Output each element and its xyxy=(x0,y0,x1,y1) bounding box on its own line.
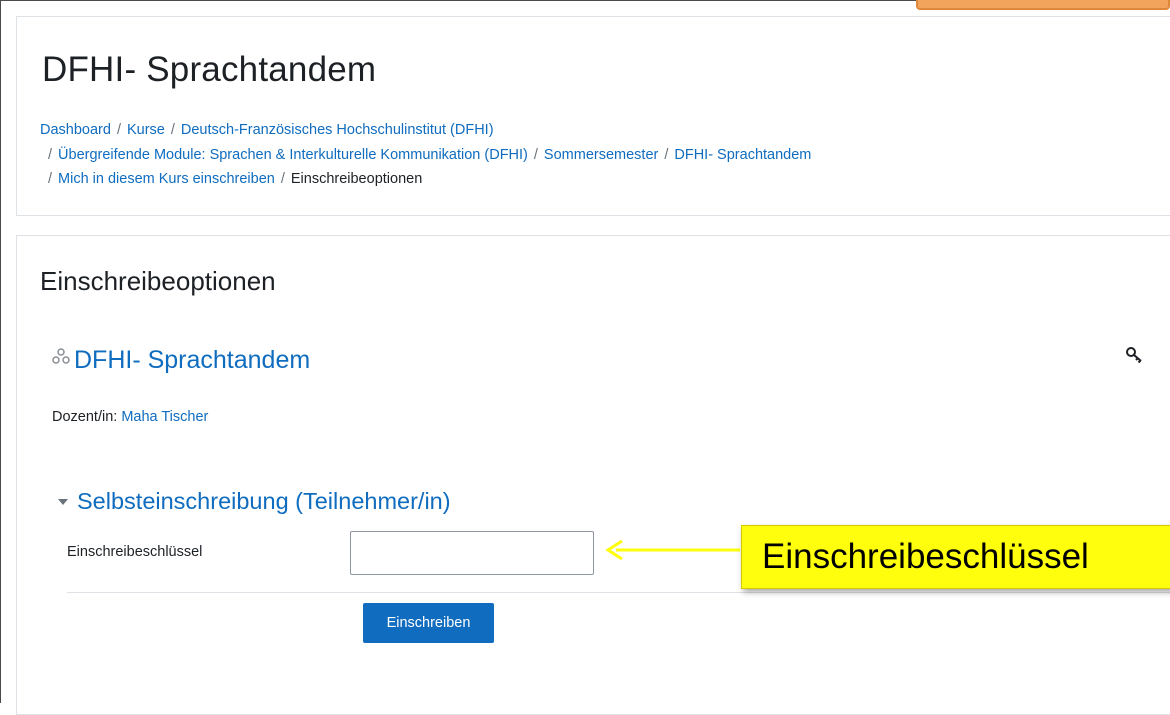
annotation-callout: Einschreibeschlüssel xyxy=(741,525,1170,589)
breadcrumb-semester[interactable]: Sommersemester xyxy=(544,147,658,163)
breadcrumb-separator: / xyxy=(116,122,121,138)
teacher-link[interactable]: Maha Tischer xyxy=(121,409,208,425)
key-icon xyxy=(1126,347,1142,364)
breadcrumb-enrol-self[interactable]: Mich in diesem Kurs einschreiben xyxy=(58,171,275,187)
enrolment-key-label: Einschreibeschlüssel xyxy=(67,544,203,560)
breadcrumb-separator: / xyxy=(533,146,538,163)
breadcrumb-course[interactable]: DFHI- Sprachtandem xyxy=(674,147,811,163)
breadcrumb-separator: / xyxy=(170,122,175,138)
course-name-link[interactable]: DFHI- Sprachtandem xyxy=(52,346,310,375)
course-name-label: DFHI- Sprachtandem xyxy=(74,346,311,374)
breadcrumb: Dashboard / Kurse / Deutsch-Französisches Ho… xyxy=(40,118,811,192)
course-icon xyxy=(52,347,70,364)
breadcrumb-separator: / xyxy=(48,171,53,187)
orange-tab-decoration xyxy=(916,0,1170,10)
breadcrumb-separator: / xyxy=(48,146,53,163)
page-title: DFHI- Sprachtandem xyxy=(42,50,377,89)
section-heading: Einschreibeoptionen xyxy=(40,266,276,296)
breadcrumb-kurse[interactable]: Kurse xyxy=(127,122,165,138)
self-enrolment-toggle[interactable]: Selbsteinschreibung (Teilnehmer/in) xyxy=(52,488,451,515)
enrolment-options-card xyxy=(16,235,1170,715)
breadcrumb-module[interactable]: Übergreifende Module: Sprachen & Interku… xyxy=(58,147,528,163)
enrolment-key-input[interactable] xyxy=(350,531,594,575)
breadcrumb-dfhi[interactable]: Deutsch-Französisches Hochschulinstitut … xyxy=(181,122,494,138)
breadcrumb-separator: / xyxy=(280,171,285,187)
enrol-button[interactable]: Einschreiben xyxy=(363,603,494,643)
chevron-down-icon xyxy=(58,498,68,505)
breadcrumb-separator: / xyxy=(664,146,669,163)
breadcrumb-current: Einschreibeoptionen xyxy=(290,171,423,187)
teacher-info: Dozent/in: Maha Tischer xyxy=(52,409,208,425)
callout-arrow xyxy=(605,539,740,561)
form-divider xyxy=(67,592,1170,593)
self-enrolment-title: Selbsteinschreibung (Teilnehmer/in) xyxy=(77,488,451,514)
breadcrumb-dashboard[interactable]: Dashboard xyxy=(40,122,111,138)
teacher-label: Dozent/in: xyxy=(52,409,118,425)
